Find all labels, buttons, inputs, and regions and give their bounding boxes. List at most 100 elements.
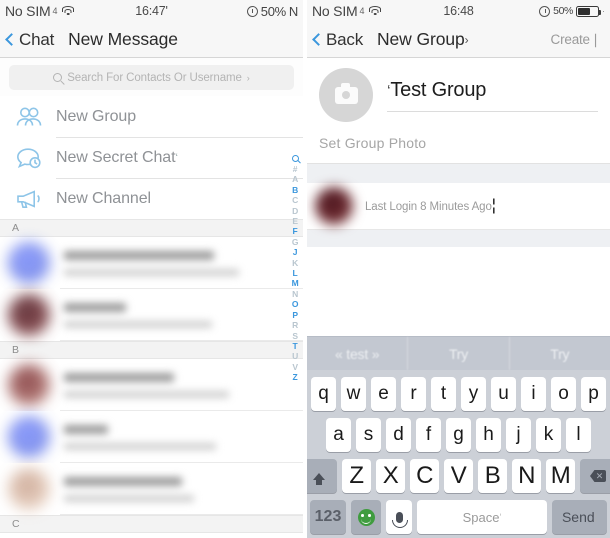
contact-row[interactable] (0, 289, 303, 341)
section-header-a: A (0, 219, 303, 237)
index-letter[interactable]: E (292, 216, 298, 226)
index-letter[interactable]: B (292, 185, 298, 195)
index-letter[interactable]: N (292, 289, 298, 299)
index-letter[interactable]: J (293, 247, 298, 257)
key-h[interactable]: h (476, 418, 501, 452)
index-letter[interactable]: P (292, 310, 298, 320)
key-u[interactable]: u (491, 377, 516, 411)
battery-tail: · (602, 6, 605, 16)
index-letter[interactable]: F (293, 226, 298, 236)
index-letter[interactable]: A (292, 174, 298, 184)
index-letter[interactable]: K (292, 258, 298, 268)
key-t[interactable]: t (431, 377, 456, 411)
suggestion-0[interactable]: « test » (307, 337, 407, 370)
set-group-photo-link[interactable]: Set Group Photo (307, 122, 610, 163)
key-k[interactable]: k (536, 418, 561, 452)
key-i[interactable]: i (521, 377, 546, 411)
create-button-tail: ❘ (589, 31, 601, 47)
contact-info (64, 302, 212, 328)
suggestion-1[interactable]: Try (407, 337, 508, 370)
new-secret-chat-row[interactable]: New Secret Chat ‘ (0, 137, 303, 178)
page-title: New Group (377, 29, 465, 49)
index-letter[interactable]: S (292, 331, 298, 341)
index-letter[interactable]: C (292, 195, 298, 205)
group-name-input[interactable]: ‘Test Group (387, 79, 598, 112)
keyboard-row-4: 123 Space ‘ Send ¦ (307, 500, 610, 534)
contact-status (64, 320, 212, 328)
contact-info (64, 250, 239, 276)
key-e[interactable]: e (371, 377, 396, 411)
contact-row[interactable] (0, 237, 303, 289)
space-key[interactable]: Space ‘ (417, 500, 547, 534)
search-input[interactable]: Search For Contacts Or Username › (9, 65, 294, 90)
group-icon (14, 106, 56, 128)
alarm-icon (539, 5, 551, 17)
index-letter[interactable]: O (292, 299, 299, 309)
key-m[interactable]: M (546, 459, 575, 493)
contact-row[interactable] (0, 463, 303, 515)
member-section-footer (307, 229, 610, 247)
alphabet-index[interactable]: # A B C D E F G J K L M N O P R S T U V … (288, 155, 302, 383)
back-button-chat[interactable]: Chat (5, 30, 54, 50)
backspace-key[interactable]: ✕ (580, 459, 610, 493)
key-d[interactable]: d (386, 418, 411, 452)
key-j[interactable]: j (506, 418, 531, 452)
back-button-label: Back (326, 29, 363, 49)
key-b[interactable]: B (478, 459, 507, 493)
search-placeholder-tail: › (246, 72, 250, 83)
avatar (8, 416, 50, 458)
dictation-key[interactable] (386, 500, 412, 534)
key-l[interactable]: l (566, 418, 591, 452)
key-f[interactable]: f (416, 418, 441, 452)
new-secret-chat-label: New Secret Chat (56, 148, 176, 166)
chevron-left-icon (5, 33, 18, 46)
key-v[interactable]: V (444, 459, 473, 493)
emoji-key[interactable] (351, 500, 381, 534)
index-letter[interactable]: R (292, 320, 298, 330)
key-o[interactable]: o (551, 377, 576, 411)
key-x[interactable]: X (376, 459, 405, 493)
member-row[interactable]: Last Login 8 Minutes Ago¦ (307, 183, 610, 229)
index-letter[interactable]: D (292, 206, 298, 216)
send-key[interactable]: Send ¦ (552, 500, 607, 534)
create-button[interactable]: Create❘ (551, 32, 603, 48)
key-z[interactable]: Z (342, 459, 371, 493)
key-g[interactable]: g (446, 418, 471, 452)
member-info: Last Login 8 Minutes Ago¦ (365, 197, 496, 215)
index-letter[interactable]: T (293, 341, 298, 351)
key-q[interactable]: q (311, 377, 336, 411)
index-letter[interactable]: L (293, 268, 298, 278)
navigation-bar: Back New Group › Create❘ (307, 22, 610, 58)
key-w[interactable]: w (341, 377, 366, 411)
status-bar: No SIM 4 16:47' 50% N (0, 0, 303, 22)
suggestion-2[interactable]: Try (508, 337, 610, 370)
action-list: New Group New Secret Chat ‘ New Channel (0, 96, 303, 219)
index-letter[interactable]: G (292, 237, 299, 247)
key-c[interactable]: C (410, 459, 439, 493)
contact-row[interactable] (0, 411, 303, 463)
search-icon[interactable] (291, 155, 299, 162)
index-letter[interactable]: U (292, 351, 298, 361)
key-s[interactable]: s (356, 418, 381, 452)
space-key-tail: ‘ (499, 512, 502, 522)
new-secret-chat-tail: ‘ (175, 151, 178, 164)
shift-key[interactable] (307, 459, 337, 493)
index-letter[interactable]: # (293, 164, 298, 174)
key-r[interactable]: r (401, 377, 426, 411)
group-photo-button[interactable] (319, 68, 373, 122)
group-setup-bar: ‘Test Group (307, 58, 610, 122)
contact-row[interactable] (0, 359, 303, 411)
index-letter[interactable]: Z (293, 372, 298, 382)
member-status-tail: ¦ (491, 197, 496, 214)
new-channel-row[interactable]: New Channel (0, 178, 303, 219)
index-letter[interactable]: V (292, 362, 298, 372)
key-a[interactable]: a (326, 418, 351, 452)
key-y[interactable]: y (461, 377, 486, 411)
key-n[interactable]: N (512, 459, 541, 493)
index-letter[interactable]: M (292, 278, 299, 288)
numbers-key[interactable]: 123 (310, 500, 346, 534)
create-button-label: Create (550, 31, 591, 47)
new-group-row[interactable]: New Group (0, 96, 303, 137)
key-p[interactable]: p (581, 377, 606, 411)
back-button[interactable]: Back (312, 29, 363, 50)
